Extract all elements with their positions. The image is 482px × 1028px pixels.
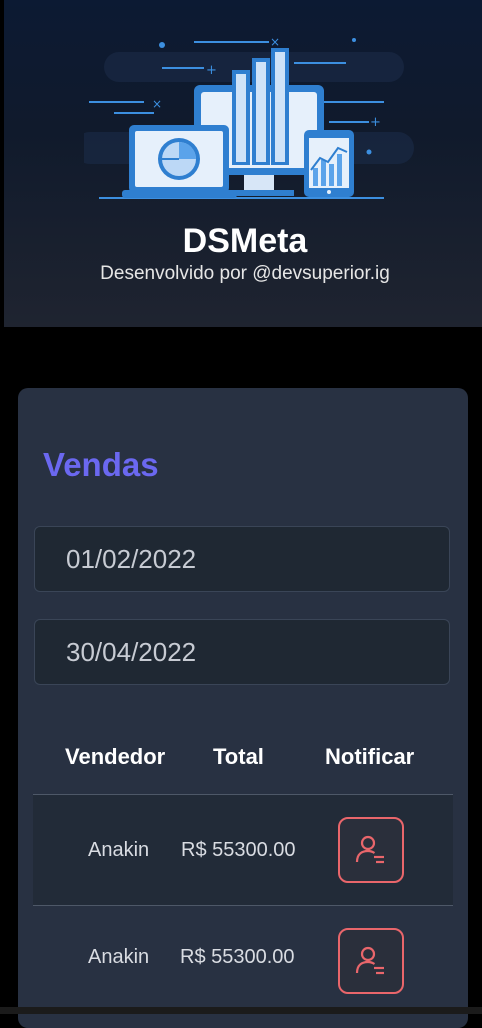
card-title: Vendas	[43, 446, 159, 483]
svg-text:+: +	[370, 115, 381, 130]
system-bottom-bar	[0, 1007, 482, 1014]
notify-button[interactable]	[338, 928, 404, 994]
svg-text:×: ×	[152, 97, 162, 111]
seller-cell: Anakin	[88, 946, 150, 968]
app-subtitle: Desenvolvido por @devsuperior.ig	[100, 263, 390, 284]
svg-text:+: +	[206, 63, 217, 78]
total-cell: R$ 55300.00	[180, 946, 295, 968]
notify-button[interactable]	[338, 817, 404, 883]
analytics-devices-illustration: × × + +	[84, 35, 414, 199]
sales-card: Vendas 01/02/2022 30/04/2022 Vendedor To…	[18, 388, 468, 1028]
app-title: DSMeta	[182, 222, 308, 260]
svg-text:×: ×	[270, 35, 280, 49]
notify-user-icon	[355, 946, 384, 975]
table-divider	[33, 905, 453, 906]
app-header: × × + + DSMeta Desenvolvido por @devsupe…	[4, 0, 482, 327]
total-cell: R$ 55300.00	[181, 839, 296, 861]
max-date-input[interactable]: 30/04/2022	[34, 619, 450, 685]
column-header-notify: Notificar	[325, 744, 415, 769]
seller-cell: Anakin	[88, 839, 150, 861]
column-header-seller: Vendedor	[65, 744, 166, 769]
min-date-input[interactable]: 01/02/2022	[34, 526, 450, 592]
notify-user-icon	[355, 835, 384, 864]
column-header-total: Total	[213, 744, 264, 769]
